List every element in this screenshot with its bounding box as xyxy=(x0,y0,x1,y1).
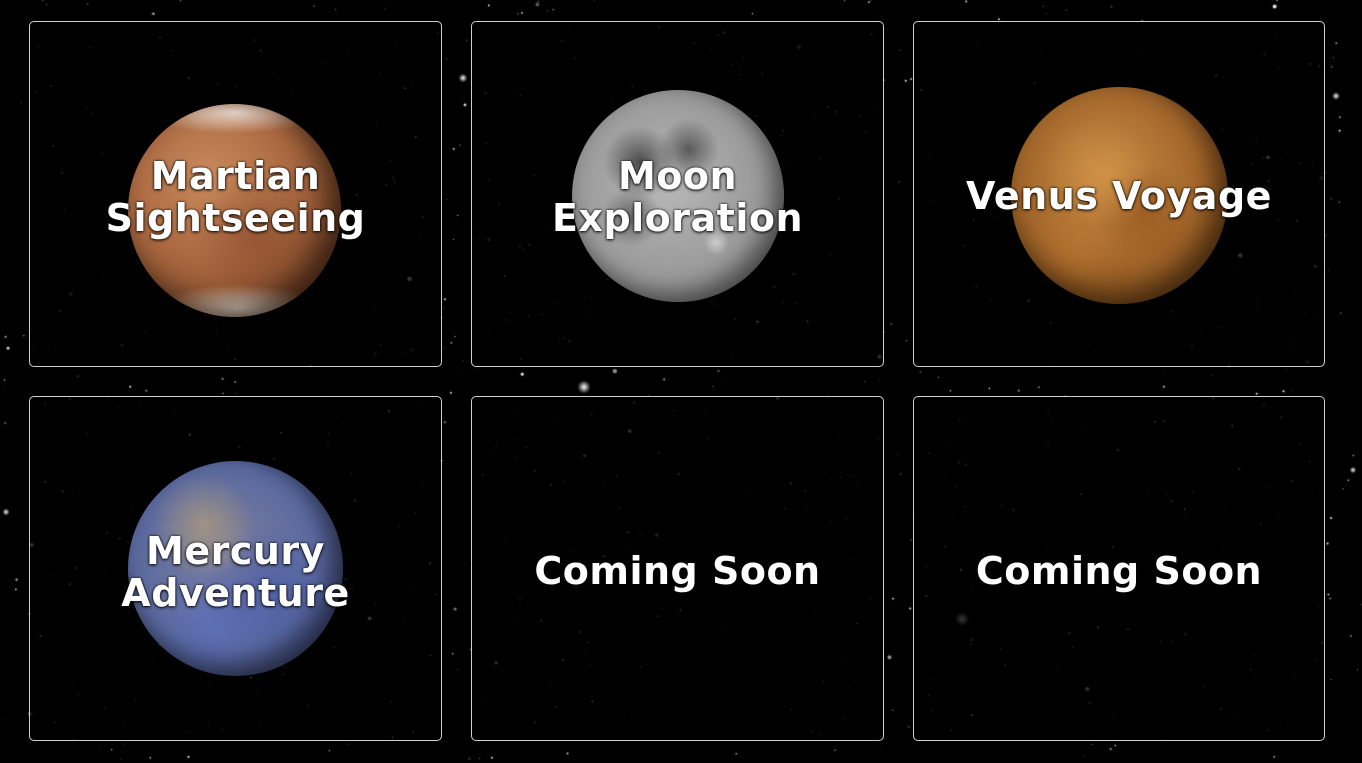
card-title: Venus Voyage xyxy=(966,174,1272,218)
card-title: Martian Sightseeing xyxy=(105,154,366,240)
card-title: Mercury Adventure xyxy=(121,529,350,615)
destination-card-coming-soon[interactable]: Coming Soon xyxy=(913,396,1325,741)
card-title: Moon Exploration xyxy=(551,154,804,240)
card-title: Coming Soon xyxy=(534,549,821,593)
destination-card-moon[interactable]: Moon Exploration xyxy=(471,21,884,367)
destination-card-venus[interactable]: Venus Voyage xyxy=(913,21,1325,367)
destination-card-mercury[interactable]: Mercury Adventure xyxy=(29,396,442,741)
destination-card-mars[interactable]: Martian Sightseeing xyxy=(29,21,442,367)
card-title: Coming Soon xyxy=(975,549,1263,593)
destination-card-coming-soon[interactable]: Coming Soon xyxy=(471,396,884,741)
destination-grid: Martian Sightseeing Moon Exploration Ven… xyxy=(0,0,1362,763)
